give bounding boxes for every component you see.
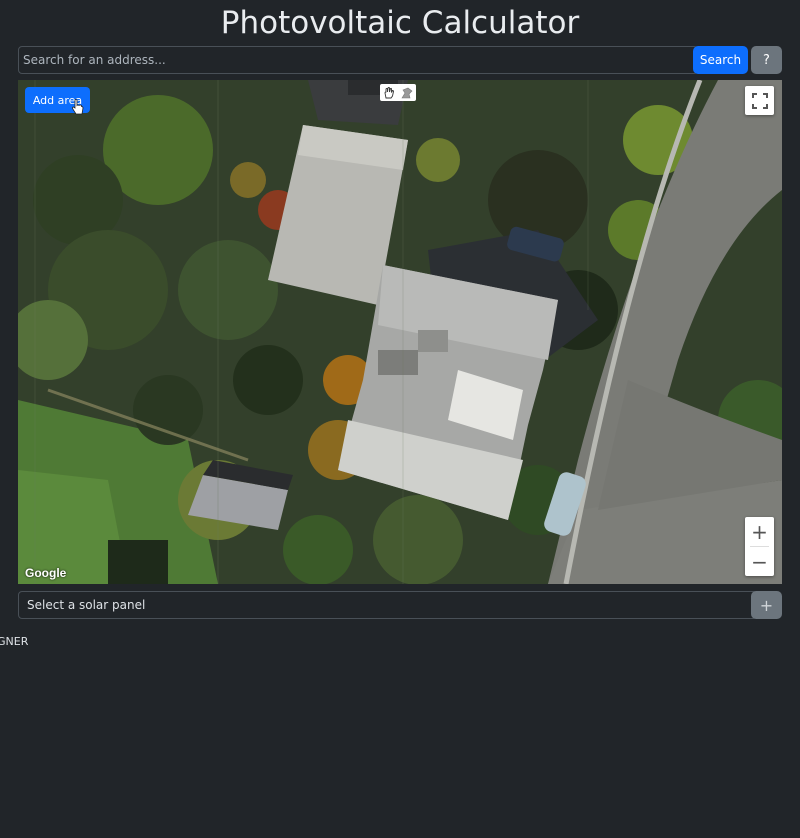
solar-panel-row: Select a solar panel +: [18, 591, 782, 619]
polygon-draw-icon[interactable]: [400, 86, 414, 100]
search-bar: Search ?: [18, 46, 782, 74]
aerial-imagery: [18, 80, 782, 584]
zoom-control: + −: [745, 517, 774, 576]
google-logo: Google: [25, 566, 67, 580]
search-button[interactable]: Search: [693, 46, 748, 74]
page-title: Photovoltaic Calculator: [220, 5, 580, 41]
solar-panel-select[interactable]: Select a solar panel: [18, 591, 757, 619]
footer-text: GNER: [0, 635, 29, 648]
fullscreen-button[interactable]: [745, 86, 774, 115]
drawing-toolbar: [380, 84, 416, 101]
satellite-map[interactable]: Add area + − Google: [18, 80, 782, 584]
help-button[interactable]: ?: [751, 46, 782, 74]
hand-icon[interactable]: [382, 86, 396, 100]
page: Photovoltaic Calculator Search ?: [0, 0, 800, 838]
fullscreen-icon: [751, 92, 768, 109]
zoom-in-button[interactable]: +: [745, 517, 774, 546]
hand-cursor-icon: [71, 99, 84, 115]
address-search-input[interactable]: [18, 46, 698, 74]
zoom-out-button[interactable]: −: [745, 547, 774, 576]
add-solar-panel-button[interactable]: +: [751, 591, 782, 619]
